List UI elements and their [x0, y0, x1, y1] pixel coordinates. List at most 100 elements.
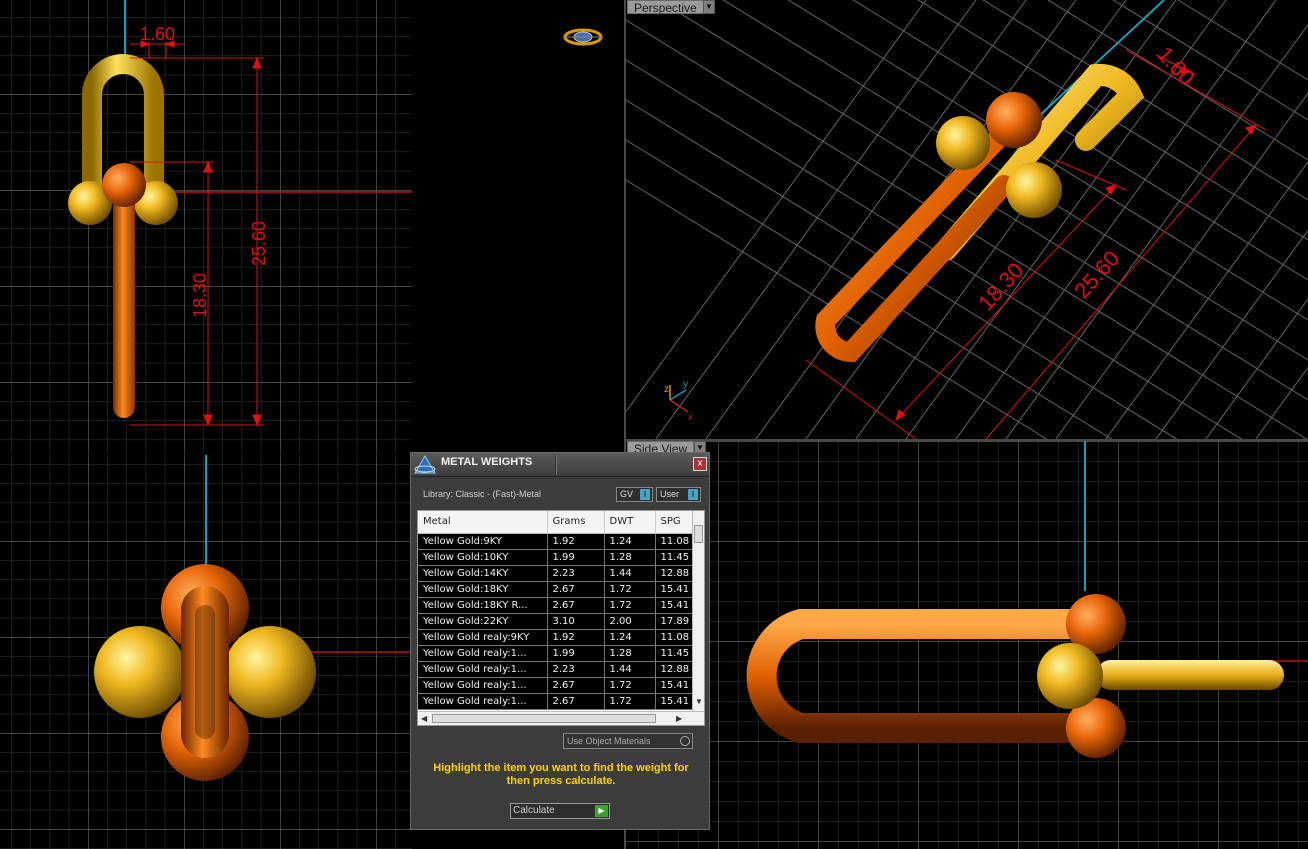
- cell-dwt: 1.72: [604, 581, 656, 598]
- table-horizontal-scrollbar[interactable]: ◀ ▶: [418, 711, 704, 725]
- metal-weights-panel: METAL WEIGHTS x Library: Classic - (Fast…: [410, 452, 710, 830]
- cell-metal: Yellow Gold realy:1...: [418, 661, 548, 678]
- col-metal[interactable]: Metal: [418, 511, 548, 534]
- col-dwt[interactable]: DWT: [604, 511, 656, 534]
- cell-spg: 15.41: [655, 597, 695, 614]
- gv-toggle[interactable]: GV I: [616, 487, 653, 502]
- calculate-button[interactable]: Calculate ▶: [510, 803, 610, 819]
- gold-ball-right: [224, 626, 316, 718]
- cell-spg: 12.88: [655, 661, 695, 678]
- cell-dwt: 1.44: [604, 565, 656, 582]
- calculate-label: Calculate: [513, 805, 555, 816]
- cell-spg: 11.08: [655, 629, 695, 646]
- gv-toggle-knob-icon: I: [640, 489, 650, 500]
- cell-dwt: 1.28: [604, 645, 656, 662]
- use-object-materials-label: Use Object Materials: [567, 736, 651, 746]
- cell-metal: Yellow Gold realy:1...: [418, 677, 548, 694]
- cell-metal: Yellow Gold realy:1...: [418, 693, 548, 710]
- cell-dwt: 1.24: [604, 533, 656, 550]
- cell-dwt: 1.28: [604, 549, 656, 566]
- scroll-left-icon[interactable]: ◀: [421, 714, 427, 723]
- cell-spg: 15.41: [655, 693, 695, 710]
- table-row[interactable]: Yellow Gold:18KY 2.67 1.72 15.41: [418, 581, 695, 598]
- table-row[interactable]: Yellow Gold:22KY 3.10 2.00 17.89: [418, 613, 695, 630]
- metal-table[interactable]: Metal Grams DWT SPG Yellow Gold:9KY 1.92 1…: [417, 510, 705, 726]
- cell-spg: 11.45: [655, 549, 695, 566]
- table-vertical-scrollbar[interactable]: ▼: [692, 511, 704, 711]
- cell-spg: 12.88: [655, 565, 695, 582]
- cell-metal: Yellow Gold:18KY: [418, 581, 548, 598]
- cell-metal: Yellow Gold:14KY: [418, 565, 548, 582]
- orbit-gizmo-icon[interactable]: [413, 0, 624, 454]
- cell-metal: Yellow Gold:22KY: [418, 613, 548, 630]
- dim-inner-front: 18.30: [190, 273, 210, 318]
- cell-grams: 2.67: [547, 597, 605, 614]
- cell-grams: 3.10: [547, 613, 605, 630]
- table-header-row: Metal Grams DWT SPG: [418, 511, 695, 534]
- cell-spg: 11.45: [655, 645, 695, 662]
- cell-grams: 1.99: [547, 645, 605, 662]
- axis-y-label: y: [683, 379, 688, 390]
- cell-spg: 11.08: [655, 533, 695, 550]
- cell-grams: 1.99: [547, 549, 605, 566]
- gold-ball-left: [94, 626, 186, 718]
- side-viewport[interactable]: Side View ▼: [626, 441, 1308, 849]
- empty-viewport: [413, 0, 624, 454]
- perspective-label[interactable]: Perspective: [627, 0, 704, 15]
- cell-metal: Yellow Gold:10KY: [418, 549, 548, 566]
- user-toggle[interactable]: User I: [656, 487, 701, 502]
- scroll-down-icon[interactable]: ▼: [695, 697, 703, 706]
- cell-spg: 17.89: [655, 613, 695, 630]
- dim-width-front: 1.60: [140, 24, 175, 44]
- cell-metal: Yellow Gold:18KY R...: [418, 597, 548, 614]
- scroll-right-icon[interactable]: ▶: [676, 714, 682, 723]
- user-toggle-knob-icon: I: [688, 489, 698, 500]
- cell-dwt: 1.72: [604, 677, 656, 694]
- col-spg[interactable]: SPG: [655, 511, 695, 534]
- cell-spg: 15.41: [655, 581, 695, 598]
- user-toggle-label: User: [660, 489, 680, 499]
- gv-toggle-label: GV: [620, 489, 634, 499]
- table-row[interactable]: Yellow Gold realy:1... 2.67 1.72 15.41: [418, 677, 695, 694]
- top-viewport-grid: [0, 455, 412, 849]
- viewport-divider-horizontal[interactable]: [626, 439, 1308, 441]
- cell-grams: 2.67: [547, 693, 605, 710]
- col-grams[interactable]: Grams: [547, 511, 605, 534]
- table-row[interactable]: Yellow Gold realy:1... 2.23 1.44 12.88: [418, 661, 695, 678]
- gold-shank-side: [1096, 660, 1284, 690]
- top-viewport[interactable]: [0, 455, 412, 849]
- table-row[interactable]: Yellow Gold:9KY 1.92 1.24 11.08: [418, 533, 695, 550]
- front-viewport[interactable]: 1.60 25.60 18.30: [0, 0, 412, 454]
- side-viewport-grid: [626, 441, 1308, 849]
- table-row[interactable]: Yellow Gold realy:9KY 1.92 1.24 11.08: [418, 629, 695, 646]
- cell-metal: Yellow Gold:9KY: [418, 533, 548, 550]
- front-viewport-grid: 1.60 25.60 18.30: [0, 0, 412, 454]
- perspective-dropdown-icon[interactable]: ▼: [703, 0, 715, 14]
- cell-grams: 2.67: [547, 677, 605, 694]
- table-row[interactable]: Yellow Gold:18KY R... 2.67 1.72 15.41: [418, 597, 695, 614]
- cell-grams: 2.67: [547, 581, 605, 598]
- cell-dwt: 2.00: [604, 613, 656, 630]
- horizontal-scroll-thumb[interactable]: [432, 714, 656, 723]
- orange-shank: [113, 190, 135, 418]
- play-icon: ▶: [595, 805, 608, 817]
- table-row[interactable]: Yellow Gold:10KY 1.99 1.28 11.45: [418, 549, 695, 566]
- table-row[interactable]: Yellow Gold:14KY 2.23 1.44 12.88: [418, 565, 695, 582]
- axis-x-label: x: [688, 412, 693, 423]
- cell-grams: 1.92: [547, 629, 605, 646]
- cell-spg: 15.41: [655, 677, 695, 694]
- cell-metal: Yellow Gold realy:9KY: [418, 629, 548, 646]
- dim-outer-front: 25.60: [249, 221, 269, 266]
- cell-dwt: 1.72: [604, 693, 656, 710]
- cell-grams: 2.23: [547, 661, 605, 678]
- cell-grams: 2.23: [547, 565, 605, 582]
- header-separator: [555, 455, 557, 475]
- table-row[interactable]: Yellow Gold realy:1... 1.99 1.28 11.45: [418, 645, 695, 662]
- table-row[interactable]: Yellow Gold realy:1... 2.67 1.72 15.41: [418, 693, 695, 710]
- cell-grams: 1.92: [547, 533, 605, 550]
- perspective-viewport[interactable]: 1.60 18.30 25.60 z y x Perspective ▼: [626, 0, 1308, 439]
- vertical-scroll-thumb[interactable]: [694, 525, 703, 543]
- panel-header[interactable]: METAL WEIGHTS x: [411, 453, 709, 477]
- use-object-materials-toggle[interactable]: Use Object Materials: [563, 733, 693, 749]
- close-button[interactable]: x: [693, 457, 707, 471]
